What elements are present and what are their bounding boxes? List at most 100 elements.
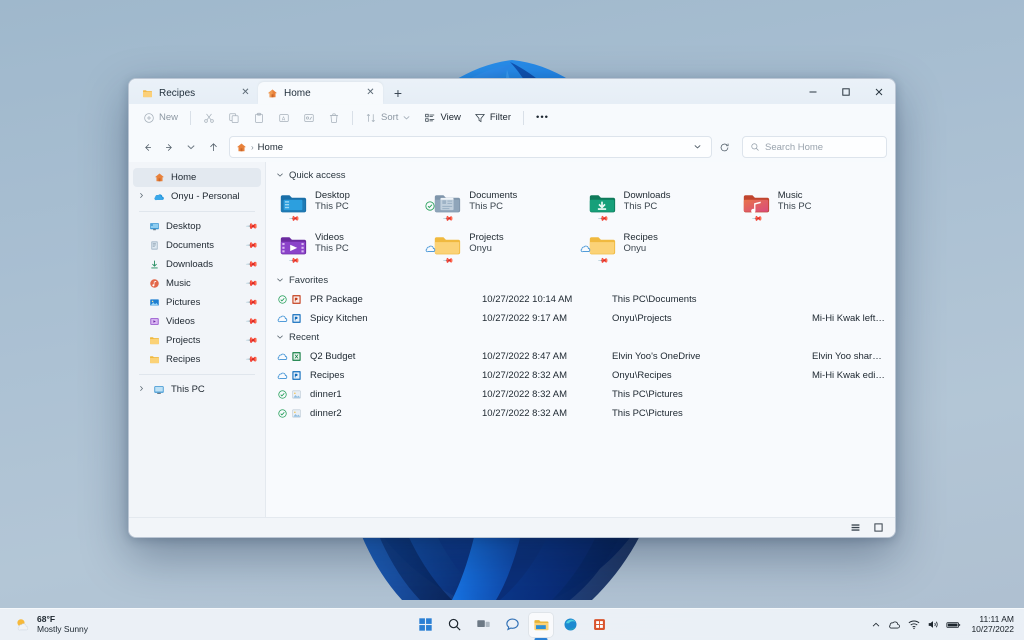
large-icons-view-button[interactable]: [870, 520, 887, 535]
sidebar-item-pictures[interactable]: Pictures 📌: [133, 293, 261, 312]
chevron-down-icon[interactable]: [276, 276, 284, 286]
chevron-right-icon[interactable]: [135, 385, 147, 394]
sidebar-item-desktop[interactable]: Desktop 📌: [133, 217, 261, 236]
file-location: This PC\Documents: [612, 294, 697, 305]
sidebar-item-label: Videos: [166, 316, 195, 327]
sidebar-item-music[interactable]: Music 📌: [133, 274, 261, 293]
table-row[interactable]: Recipes 10/27/2022 8:32 AM Onyu\Recipes …: [274, 366, 885, 385]
store-button[interactable]: [587, 613, 611, 637]
chevron-right-icon[interactable]: [135, 192, 147, 201]
table-row[interactable]: Spicy Kitchen 10/27/2022 9:17 AM Onyu\Pr…: [274, 309, 885, 328]
section-header-favorites[interactable]: Favorites: [276, 275, 885, 286]
sidebar-item-recipes[interactable]: Recipes 📌: [133, 350, 261, 369]
quick-access-name: Videos: [315, 232, 344, 243]
view-icon: [424, 112, 436, 124]
up-button[interactable]: [203, 137, 223, 157]
file-name: Q2 Budget: [310, 351, 356, 362]
file-location: Onyu\Projects: [612, 313, 672, 324]
edge-button[interactable]: [558, 613, 582, 637]
search-button[interactable]: [442, 613, 466, 637]
chevron-down-icon[interactable]: [276, 171, 284, 181]
chevron-up-icon[interactable]: [871, 620, 881, 630]
chevron-down-icon[interactable]: [276, 333, 284, 343]
tab-recipes[interactable]: Recipes ✕: [133, 82, 258, 104]
sidebar-item-onedrive[interactable]: Onyu - Personal: [133, 187, 261, 206]
maximize-button[interactable]: [829, 79, 862, 104]
more-options-button[interactable]: •••: [530, 107, 555, 129]
wifi-icon[interactable]: [908, 619, 920, 630]
table-row[interactable]: dinner1 10/27/2022 8:32 AM This PC\Pictu…: [274, 385, 885, 404]
share-button[interactable]: [297, 107, 321, 129]
section-header-recent[interactable]: Recent: [276, 332, 885, 343]
file-explorer-button[interactable]: [529, 612, 553, 637]
tab-label: Home: [284, 87, 311, 99]
task-view-button[interactable]: [471, 613, 495, 637]
table-row[interactable]: PR Package 10/27/2022 10:14 AM This PC\D…: [274, 290, 885, 309]
tab-home[interactable]: Home ✕: [258, 82, 383, 104]
delete-button[interactable]: [322, 107, 346, 129]
weather-text: 68°F Mostly Sunny: [37, 614, 89, 634]
sidebar-item-downloads[interactable]: Downloads 📌: [133, 255, 261, 274]
quick-access-name: Music: [777, 190, 803, 201]
recent-locations-button[interactable]: [181, 137, 201, 157]
sidebar-item-videos[interactable]: Videos 📌: [133, 312, 261, 331]
quick-access-tile[interactable]: 📌 Music This PC: [737, 185, 885, 227]
section-header-quick-access[interactable]: Quick access: [276, 170, 885, 181]
quick-access-tile[interactable]: 📌 Recipes Onyu: [580, 227, 731, 269]
quick-access-tile[interactable]: 📌 Projects Onyu: [425, 227, 576, 269]
table-row[interactable]: dinner2 10/27/2022 8:32 AM This PC\Pictu…: [274, 404, 885, 423]
weather-widget[interactable]: 68°F Mostly Sunny: [0, 614, 200, 634]
section-title: Recent: [289, 332, 320, 343]
close-button[interactable]: [862, 79, 895, 104]
sidebar-item-documents[interactable]: Documents 📌: [133, 236, 261, 255]
sidebar-item-this-pc[interactable]: This PC: [133, 380, 261, 399]
paste-button[interactable]: [247, 107, 271, 129]
system-tray: 11:11 AM 10/27/2022: [871, 614, 1024, 635]
trash-icon: [328, 112, 340, 124]
sort-button[interactable]: Sort: [359, 107, 417, 129]
content-pane: Quick access 📌 Desktop This PC 📌 Documen…: [266, 162, 895, 517]
sidebar-item-label: Desktop: [166, 221, 201, 232]
quick-access-tile[interactable]: 📌 Downloads This PC: [583, 185, 731, 227]
new-tab-button[interactable]: +: [387, 83, 409, 103]
sidebar-item-projects[interactable]: Projects 📌: [133, 331, 261, 350]
copy-button[interactable]: [222, 107, 246, 129]
pin-icon: 📌: [245, 333, 259, 348]
file-location: This PC\Pictures: [612, 408, 683, 419]
details-view-button[interactable]: [847, 520, 864, 535]
weather-condition: Mostly Sunny: [37, 623, 89, 634]
cut-button[interactable]: [197, 107, 221, 129]
battery-icon[interactable]: [946, 620, 961, 630]
chat-button[interactable]: [500, 613, 524, 637]
rename-button[interactable]: A: [272, 107, 296, 129]
sync-check-icon: [276, 409, 288, 418]
new-button[interactable]: New: [137, 107, 184, 129]
tab-close-icon[interactable]: ✕: [239, 87, 252, 100]
navigation-pane: › Home Onyu - Personal: [129, 162, 266, 517]
table-row[interactable]: Q2 Budget 10/27/2022 8:47 AM Elvin Yoo's…: [274, 347, 885, 366]
address-dropdown-icon[interactable]: [690, 142, 705, 153]
tab-close-icon[interactable]: ✕: [364, 87, 377, 100]
quick-access-tile[interactable]: 📌 Documents This PC: [425, 185, 576, 227]
volume-icon[interactable]: [927, 619, 939, 630]
back-button[interactable]: [137, 137, 157, 157]
forward-button[interactable]: [159, 137, 179, 157]
quick-access-text: Projects Onyu: [469, 231, 503, 254]
address-bar[interactable]: › Home: [229, 136, 712, 158]
quick-access-location: This PC: [777, 201, 812, 212]
sync-cloud-icon: [425, 240, 436, 253]
onedrive-icon[interactable]: [888, 619, 901, 630]
start-button[interactable]: [413, 613, 437, 637]
search-box[interactable]: Search Home: [742, 136, 887, 158]
clock[interactable]: 11:11 AM 10/27/2022: [971, 614, 1014, 635]
sidebar-item-home[interactable]: › Home: [133, 168, 261, 187]
tab-strip: Recipes ✕ Home ✕ +: [129, 79, 895, 104]
file-name: Recipes: [310, 370, 345, 381]
quick-access-tile[interactable]: 📌 Desktop This PC: [274, 185, 422, 227]
minimize-button[interactable]: [796, 79, 829, 104]
quick-access-tile[interactable]: 📌 Videos This PC: [274, 227, 422, 269]
sync-cloud-icon: [580, 240, 590, 253]
refresh-button[interactable]: [714, 137, 734, 157]
filter-button[interactable]: Filter: [468, 107, 517, 129]
view-button[interactable]: View: [418, 107, 466, 129]
